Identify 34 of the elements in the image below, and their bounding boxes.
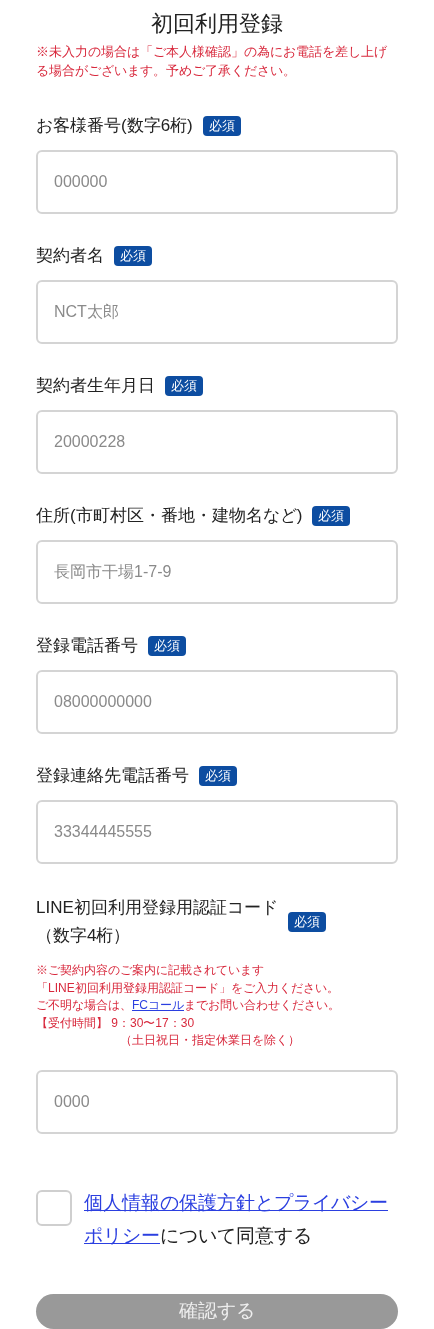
required-badge: 必須 (148, 636, 186, 656)
input-field[interactable]: 000000 (36, 150, 398, 214)
note-line: 【受付時間】 9：30〜17：30 (36, 1014, 196, 1032)
input-field[interactable]: 0000 (36, 1069, 398, 1134)
privacy-policy-link[interactable]: 個人情報の保護方針とプライバシー (84, 1185, 388, 1219)
field-label: 登録連絡先電話番号 (36, 765, 189, 787)
fc-call-link[interactable]: FCコール (132, 998, 184, 1012)
field-label: 契約者生年月日 (36, 375, 155, 397)
field-label: 住所(市町村区・番地・建物名など) (36, 505, 303, 527)
field-label: お客様番号(数字6桁) (36, 115, 193, 137)
field-label: 登録電話番号 (36, 635, 138, 657)
input-field[interactable]: 08000000000 (36, 670, 398, 734)
note-line: ご不明な場合は、FCコールまでお問い合わせください。 (36, 997, 341, 1014)
agreement-text: ポリシーについて同意する (84, 1223, 313, 1248)
required-badge: 必須 (114, 246, 152, 266)
note-line: （土日祝日・指定休業日を除く） (119, 1032, 301, 1049)
note-line: ※ご契約内容のご案内に記載されています (36, 962, 265, 979)
required-badge: 必須 (287, 912, 326, 932)
field-label: （数字4桁） (36, 925, 132, 947)
input-field[interactable]: 33344445555 (36, 800, 398, 864)
input-field[interactable]: 20000228 (36, 410, 398, 474)
input-field[interactable]: 長岡市干場1-7-9 (36, 540, 398, 604)
field-label: 契約者名 (36, 245, 104, 267)
field-label: LINE初回利用登録用認証コード (36, 897, 278, 919)
input-field[interactable]: NCT太郎 (36, 280, 398, 344)
page-title: 初回利用登録 (151, 10, 283, 38)
required-badge: 必須 (165, 376, 203, 396)
required-badge: 必須 (199, 766, 237, 786)
required-badge: 必須 (202, 116, 241, 136)
note-line: 「LINE初回利用登録用認証コード」をご入力ください。 (36, 979, 340, 997)
privacy-policy-link[interactable]: ポリシー (84, 1224, 160, 1246)
notice-text: ※未入力の場合は「ご本人様確認」の為にお電話を差し上げる場合がございます。予めご了承ください。 (36, 43, 388, 80)
agree-checkbox[interactable] (36, 1189, 72, 1226)
required-badge: 必須 (312, 506, 351, 526)
